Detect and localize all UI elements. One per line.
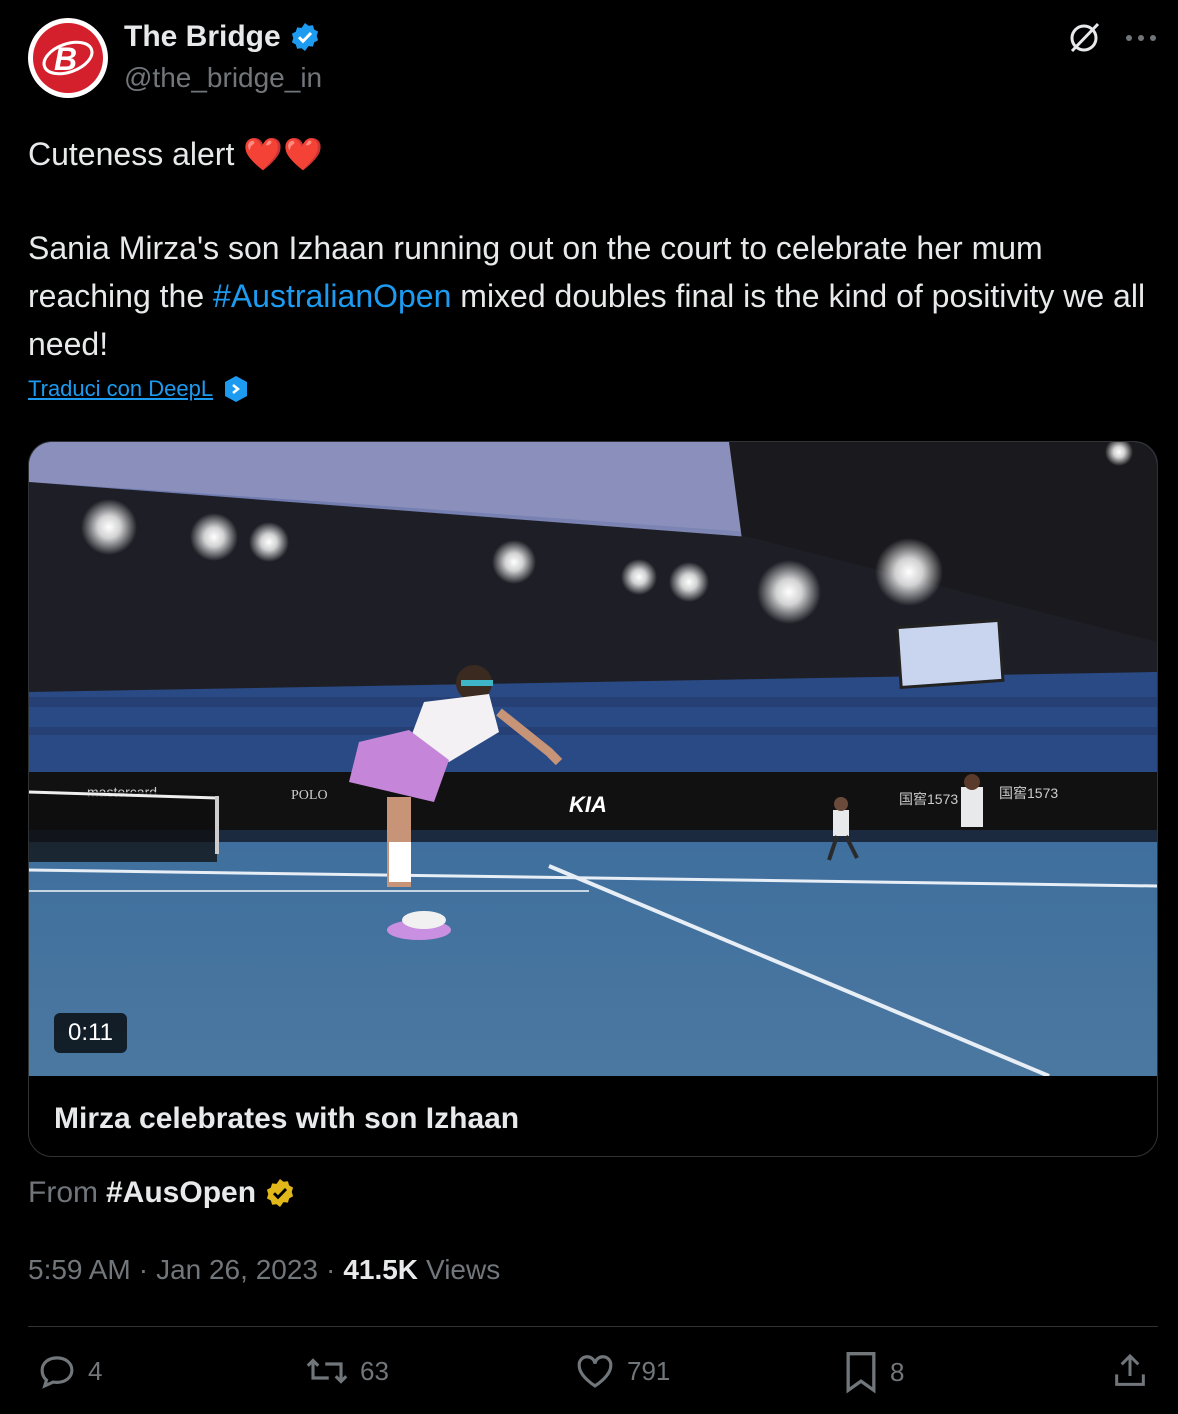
repost-count: 63 (360, 1355, 389, 1386)
the-bridge-logo-icon: B (33, 23, 103, 93)
reply-button[interactable]: 4 (36, 1350, 102, 1392)
gold-verified-badge-icon (266, 1179, 294, 1207)
share-button[interactable] (1110, 1350, 1150, 1392)
media-card[interactable]: mastercard POLO KIA 国窖1573 国窖1573 (28, 441, 1158, 1157)
grok-icon[interactable] (1064, 18, 1104, 58)
display-name-text: The Bridge (124, 20, 281, 53)
deepl-icon (225, 376, 248, 402)
hashtag-link[interactable]: #AustralianOpen (213, 278, 451, 314)
bookmark-icon (846, 1352, 876, 1394)
share-icon (1115, 1353, 1145, 1386)
svg-text:国窖1573: 国窖1573 (899, 791, 958, 807)
svg-text:KIA: KIA (569, 792, 607, 817)
tweet-text: Cuteness alert ❤️❤️ Sania Mirza's son Iz… (28, 130, 1148, 368)
video-player[interactable]: mastercard POLO KIA 国窖1573 国窖1573 (29, 442, 1157, 1078)
tweet-date[interactable]: Jan 26, 2023 (156, 1254, 318, 1286)
meta-separator: · (138, 1254, 149, 1285)
media-title: Mirza celebrates with son Izhaan (54, 1102, 520, 1135)
svg-text:POLO: POLO (291, 788, 328, 803)
source-prefix: From (28, 1176, 98, 1209)
svg-text:B: B (54, 41, 77, 77)
repost-icon (306, 1358, 348, 1384)
display-name[interactable]: The Bridge (124, 20, 321, 54)
repost-button[interactable]: 63 (304, 1350, 389, 1392)
source-name[interactable]: #AusOpen (106, 1176, 256, 1210)
more-options-icon[interactable] (1124, 33, 1158, 43)
video-frame: mastercard POLO KIA 国窖1573 国窖1573 (29, 442, 1157, 1078)
heart-icon (577, 1355, 613, 1388)
avatar[interactable]: B (28, 18, 108, 98)
tweet-time[interactable]: 5:59 AM (28, 1254, 131, 1286)
action-bar: 4 63 791 8 (36, 1350, 1154, 1400)
translate-link[interactable]: Traduci con DeepL (28, 375, 249, 403)
bookmark-count: 8 (890, 1356, 905, 1387)
bookmark-button[interactable]: 8 (842, 1350, 904, 1394)
like-count: 791 (627, 1355, 671, 1386)
svg-text:国窖1573: 国窖1573 (999, 785, 1058, 801)
handle[interactable]: @the_bridge_in (124, 62, 322, 94)
meta-separator: · (325, 1254, 336, 1285)
divider (28, 1326, 1158, 1327)
top-right-controls (1064, 18, 1158, 58)
translate-label: Traduci con DeepL (28, 376, 214, 401)
video-duration: 0:11 (54, 1013, 127, 1053)
tweet-body: Sania Mirza's son Izhaan running out on … (28, 224, 1148, 368)
like-button[interactable]: 791 (573, 1350, 670, 1392)
reply-count: 4 (88, 1355, 103, 1386)
tweet-meta: 5:59 AM · Jan 26, 2023 · 41.5K Views (28, 1254, 500, 1286)
source-attribution[interactable]: From #AusOpen (28, 1176, 296, 1210)
reply-icon (40, 1356, 74, 1389)
views-count: 41.5K (343, 1254, 419, 1285)
views-label: Views (426, 1254, 501, 1285)
tweet-line-1: Cuteness alert ❤️❤️ (28, 136, 323, 172)
verified-badge-icon (291, 23, 318, 51)
